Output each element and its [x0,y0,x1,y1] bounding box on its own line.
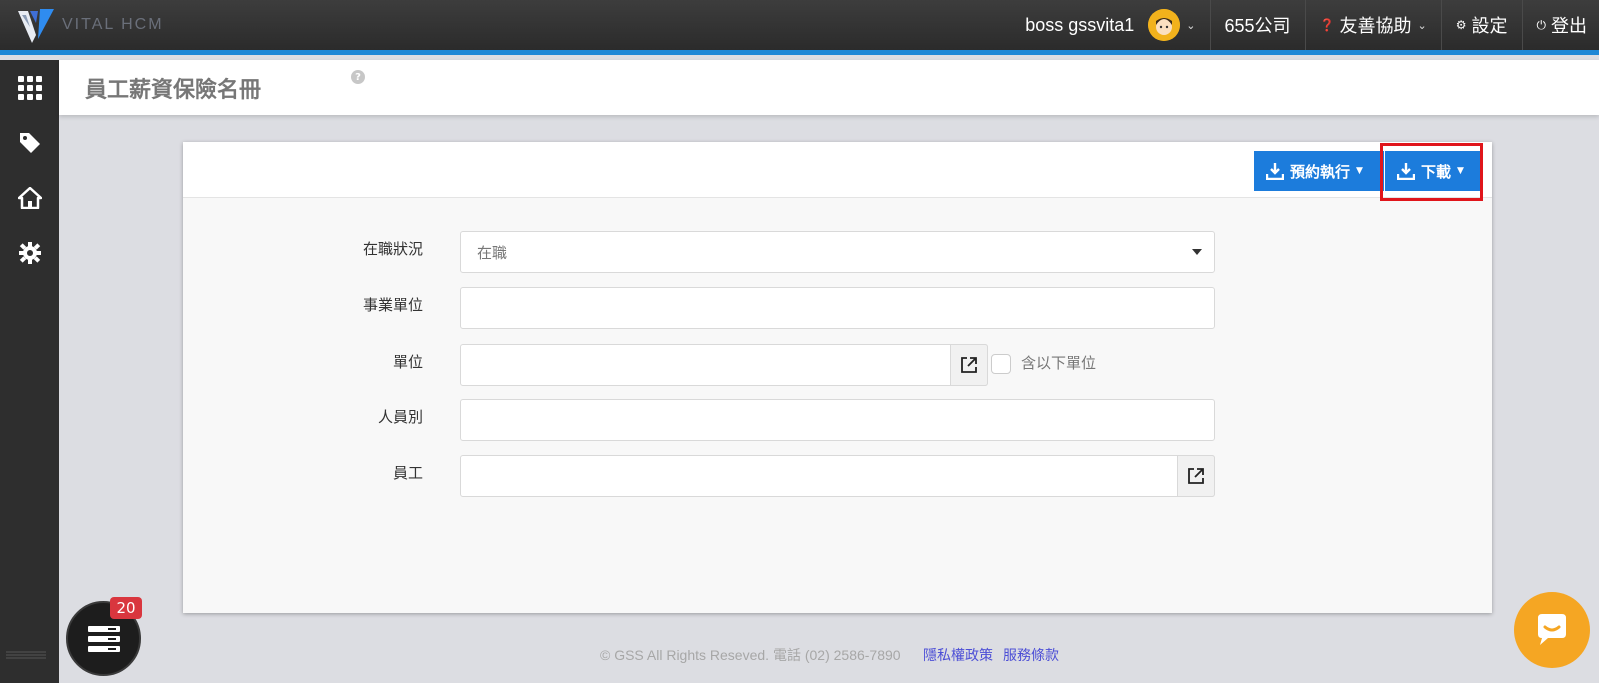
settings-label: 設定 [1471,16,1508,36]
home-icon [17,186,42,209]
vital-logo-icon [18,9,54,43]
help-icon[interactable]: ? [351,70,365,84]
left-sidebar [0,60,59,683]
brand-name: VITAL HCM [62,16,164,33]
tag-icon [19,132,40,153]
gear-icon [18,241,41,264]
divider [1440,0,1442,50]
divider [1521,0,1523,50]
business-unit-label: 事業單位 [362,296,423,314]
logout-link[interactable]: ⏻ 登出 [1537,12,1588,38]
power-icon: ⏻ [1536,17,1547,32]
top-navbar: VITAL HCM boss gssvita1 ⌄ 655公司 ❓ 友善協助 ⌄… [0,0,1599,55]
terms-of-service-link[interactable]: 服務條款 [1003,645,1059,665]
user-avatar[interactable] [1148,9,1181,41]
sidebar-toggle-icon[interactable] [4,650,48,660]
external-link-icon [1188,468,1204,484]
avatar-icon [1148,9,1181,41]
unit-picker-button[interactable] [950,344,988,386]
employee-label: 員工 [392,464,423,482]
schedule-run-button[interactable]: 預約執行 ▼ [1254,151,1384,191]
divider [1304,0,1306,50]
question-circle-icon: ❓ [1319,18,1335,32]
company-selector[interactable]: 655公司 [1225,12,1291,38]
privacy-policy-link[interactable]: 隱私權政策 [923,645,993,665]
include-sub-units-label: 含以下單位 [1021,354,1097,372]
divider [1209,0,1211,50]
download-icon [1266,163,1284,180]
sidebar-item-apps[interactable] [0,60,59,115]
settings-link[interactable]: ⚙ 設定 [1456,12,1508,38]
business-unit-input[interactable] [460,287,1215,329]
task-list-icon [87,625,120,652]
caret-down-icon [1192,249,1202,255]
chat-button[interactable] [1514,592,1590,668]
include-sub-units-checkbox[interactable] [991,354,1011,374]
employment-status-label: 在職狀況 [362,240,423,258]
employee-picker-button[interactable] [1177,455,1215,497]
gear-icon: ⚙ [1455,18,1467,32]
page-title: 員工薪資保險名冊 [85,78,262,103]
page-header: 員工薪資保險名冊 ? [59,60,1599,115]
apps-grid-icon [17,75,42,100]
chevron-down-icon: ⌄ [1417,19,1427,32]
help-label: 友善協助 [1339,16,1412,36]
chat-bubble-icon [1538,614,1566,645]
logout-label: 登出 [1551,16,1587,36]
external-link-icon [961,357,977,373]
task-count-badge: 20 [110,597,142,619]
staff-type-input[interactable] [460,399,1215,441]
caret-down-icon: ▼ [1356,166,1363,176]
footer-copyright: © GSS All Rights Reseved. 電話 (02) 2586-7… [600,647,901,663]
help-menu[interactable]: ❓ 友善協助 ⌄ [1320,12,1427,38]
staff-type-label: 人員別 [377,408,423,426]
download-highlight-box [1380,143,1483,201]
unit-input[interactable] [460,344,988,386]
employment-status-select[interactable]: 在職 [460,231,1215,273]
card-toolbar: 預約執行 ▼ 下載 ▼ [183,142,1492,201]
employment-status-value: 在職 [477,244,508,262]
schedule-run-label: 預約執行 [1290,162,1351,181]
sidebar-item-home[interactable] [0,170,59,225]
user-name[interactable]: boss gssvita1 [1025,15,1134,36]
employee-input[interactable] [460,455,1215,497]
report-card: 預約執行 ▼ 下載 ▼ 在職狀況 在職 事業單位 單位 含以下單位 人員別 員工 [183,142,1492,613]
sidebar-item-tags[interactable] [0,115,59,170]
unit-label: 單位 [392,353,423,371]
brand-logo[interactable]: VITAL HCM [16,0,164,50]
chevron-down-icon[interactable]: ⌄ [1186,19,1195,32]
sidebar-item-settings[interactable] [0,225,59,280]
